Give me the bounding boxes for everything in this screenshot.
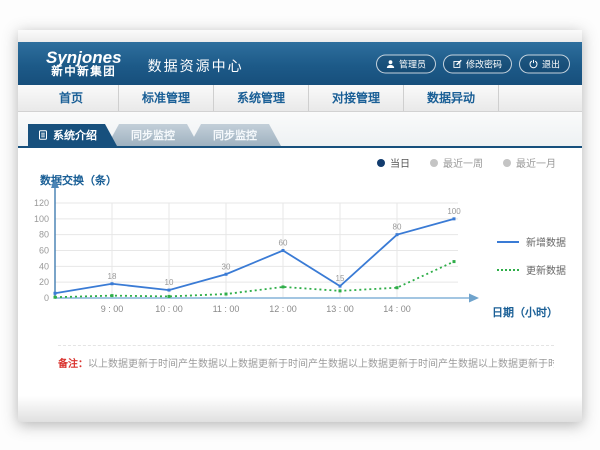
svg-text:60: 60 (279, 239, 288, 248)
blue-solid-line-swatch (497, 241, 519, 243)
nav-item-home[interactable]: 首页 (24, 85, 119, 111)
tab-system-intro[interactable]: 系统介绍 (28, 124, 117, 146)
svg-text:18: 18 (108, 272, 117, 281)
green-dotted-line-swatch (497, 269, 519, 271)
svg-text:11 : 00: 11 : 00 (213, 304, 240, 314)
brand-logo-subtext: 新中新集团 (46, 66, 122, 78)
footnote-text: 以上数据更新于时间产生数据以上数据更新于时间产生数据以上数据更新于时间产生数据以… (88, 359, 554, 370)
tab-sync-monitor-2[interactable]: 同步监控 (189, 124, 281, 146)
document-icon (38, 130, 48, 140)
tab-sync-monitor-1[interactable]: 同步监控 (107, 124, 199, 146)
range-option-last-month[interactable]: 最近一月 (503, 155, 556, 170)
chart-legend: 新增数据 更新数据 (497, 234, 566, 290)
nav-item-system-mgmt[interactable]: 系统管理 (214, 85, 309, 111)
top-strip (18, 30, 582, 42)
svg-text:100: 100 (34, 214, 49, 224)
x-axis-title: 日期（小时） (492, 304, 558, 320)
tab-system-intro-label: 系统介绍 (53, 127, 97, 143)
range-option-today[interactable]: 当日 (377, 155, 410, 170)
content-panel: 系统介绍 同步监控 同步监控 当日 最近一周 最近一月 数据 (18, 112, 582, 422)
range-option-last-month-label: 最近一月 (516, 155, 556, 170)
svg-text:15: 15 (336, 274, 345, 283)
range-options: 当日 最近一周 最近一月 (377, 155, 556, 170)
change-password-label: 修改密码 (466, 57, 502, 70)
line-chart: 0 20 40 60 80 100 120 9 : 00 10 : 00 11 : 00 12 : … (26, 178, 496, 338)
radio-unselected-icon (430, 159, 438, 167)
svg-text:12 : 00: 12 : 00 (269, 304, 297, 314)
tab-sync-monitor-1-label: 同步监控 (131, 127, 175, 143)
svg-text:0: 0 (44, 293, 49, 303)
nav-item-integration-mgmt[interactable]: 对接管理 (309, 85, 404, 111)
svg-text:80: 80 (39, 230, 49, 240)
page: Synjones 新中新集团 数据资源中心 管理员 修改密码 退出 (18, 30, 582, 422)
svg-text:13 : 00: 13 : 00 (326, 304, 354, 314)
tab-divider (18, 146, 582, 148)
svg-text:9 : 00: 9 : 00 (101, 304, 124, 314)
svg-text:120: 120 (34, 198, 49, 208)
main-nav: 首页 标准管理 系统管理 对接管理 数据异动 (18, 85, 582, 112)
svg-text:40: 40 (39, 261, 49, 271)
nav-item-data-change[interactable]: 数据异动 (404, 85, 499, 111)
admin-user-label: 管理员 (399, 57, 426, 70)
svg-text:10: 10 (165, 278, 174, 287)
legend-item-new-data[interactable]: 新增数据 (497, 234, 566, 249)
legend-updated-data-label: 更新数据 (526, 262, 566, 277)
svg-text:100: 100 (447, 207, 461, 216)
svg-text:60: 60 (39, 246, 49, 256)
range-option-today-label: 当日 (390, 155, 410, 170)
admin-user-button[interactable]: 管理员 (376, 54, 436, 73)
radio-unselected-icon (503, 159, 511, 167)
svg-text:10 : 00: 10 : 00 (155, 304, 183, 314)
radio-selected-icon (377, 159, 385, 167)
legend-new-data-label: 新增数据 (526, 234, 566, 249)
svg-text:14 : 00: 14 : 00 (383, 304, 411, 314)
nav-item-standard-mgmt[interactable]: 标准管理 (119, 85, 214, 111)
legend-item-updated-data[interactable]: 更新数据 (497, 262, 566, 277)
tab-sync-monitor-2-label: 同步监控 (213, 127, 257, 143)
brand-logo: Synjones 新中新集团 (46, 49, 122, 79)
brand-logo-text: Synjones (46, 49, 122, 67)
power-icon (529, 59, 538, 68)
user-icon (386, 59, 395, 68)
svg-text:20: 20 (39, 277, 49, 287)
footnote-label: 备注： (58, 359, 88, 370)
svg-text:80: 80 (393, 223, 402, 232)
change-password-button[interactable]: 修改密码 (443, 54, 512, 73)
logout-button[interactable]: 退出 (519, 54, 570, 73)
range-option-last-week-label: 最近一周 (443, 155, 483, 170)
footnote: 备注：以上数据更新于时间产生数据以上数据更新于时间产生数据以上数据更新于时间产生… (58, 345, 554, 370)
range-option-last-week[interactable]: 最近一周 (430, 155, 483, 170)
tab-bar: 系统介绍 同步监控 同步监控 (18, 112, 582, 146)
svg-text:30: 30 (222, 262, 231, 271)
edit-icon (453, 59, 462, 68)
user-actions: 管理员 修改密码 退出 (376, 54, 570, 73)
logout-label: 退出 (542, 57, 560, 70)
app-header: Synjones 新中新集团 数据资源中心 管理员 修改密码 退出 (18, 42, 582, 85)
page-bottom-fade (18, 396, 582, 422)
app-title: 数据资源中心 (148, 56, 244, 76)
